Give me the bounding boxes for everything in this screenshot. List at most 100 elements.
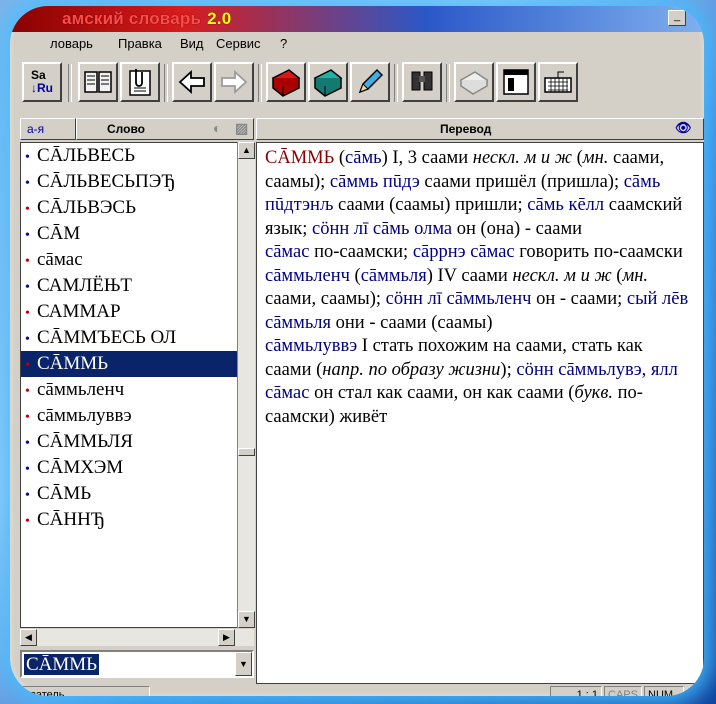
alphabet-header[interactable]: а-я [20,118,76,140]
search-button[interactable] [402,62,442,102]
menu-help[interactable]: ? [280,36,287,51]
scroll-down-button[interactable]: ▼ [238,611,255,628]
menu-edit[interactable]: Правка [118,36,162,51]
article-text: он - саами; [531,289,627,309]
word-text: СĀММЬ [37,353,109,374]
title-bar[interactable]: амский словарь 2.0 _ [10,6,704,32]
word-list-item[interactable]: • СĀМЬ [21,481,237,507]
article-link[interactable]: сāммь пūдэ [330,172,420,192]
bullet-icon: • [25,332,30,347]
article-text: саами, саамы); [265,289,386,309]
article-link[interactable]: сӧнн лī сāмь олма [312,219,452,239]
article-link[interactable]: сāррнэ сāмас [413,242,515,262]
article-link[interactable]: сāмас [265,242,309,262]
article-link[interactable]: сāмь [345,148,382,168]
word-text: САММАР [37,301,121,322]
article-link[interactable]: сӧнн лī сāммьленч [386,289,532,309]
article-text: он (она) - саами [452,218,583,239]
article-text: саами (саамы) пришли; [333,195,528,215]
article-italic: букв. [574,383,613,403]
russian-saami-dict-button[interactable] [308,62,348,102]
article-text: ( [349,265,361,286]
forward-button[interactable] [214,62,254,102]
toolbar-separator [258,64,262,102]
word-list-item[interactable]: • СĀЛЬВЭСЬ [21,195,237,221]
word-text: СĀЛЬВЕСЬ [37,145,136,166]
article-text: саами пришёл (пришла); [419,171,624,192]
article-paragraph-2: сāмас по-саамски; сāррнэ сāмас говорить … [265,241,693,265]
status-num: NUM [644,686,684,696]
bullet-icon: • [25,254,30,269]
chevron-down-icon[interactable]: ▼ [235,652,252,676]
word-list-vertical-scrollbar[interactable]: ▲ ▼ [237,142,255,628]
word-list-item[interactable]: • СĀМ [21,221,237,247]
toolbar-separator [68,64,72,102]
keyboard-button[interactable] [538,62,578,102]
saami-russian-dict-button[interactable] [266,62,306,102]
word-text: сāммьленч [37,379,125,400]
binoculars-icon [411,71,433,91]
article-text: ( [572,148,583,168]
word-list-item[interactable]: • САМЛЁЊТ [21,273,237,299]
article-link[interactable]: сāмь кēлл [527,195,604,215]
word-column-header[interactable]: Слово ◐ ▨ [76,118,254,140]
translation-header-label: Перевод [440,122,492,136]
word-text: СĀМЬ [37,483,92,504]
article-link[interactable]: сāммьля [361,266,427,286]
menu-dictionary[interactable]: ловарь [50,36,93,51]
article-link[interactable]: сāммьленч [265,266,350,286]
bullet-icon: • [25,228,30,243]
window-version: 2.0 [207,9,232,28]
word-list-item[interactable]: • СĀМХЭМ [21,455,237,481]
word-list-horizontal-scrollbar[interactable]: ◀ ▶ [20,629,254,646]
image-icon[interactable]: ▨ [235,120,248,137]
word-text: сāммьлуввэ [37,405,132,426]
menu-view[interactable]: Вид [180,36,204,51]
word-list-item[interactable]: • СĀННЂ [21,507,237,533]
article-italic: напр. по образу жизни [322,359,501,380]
article-link[interactable]: сāммьлуввэ [265,336,357,356]
word-list-item[interactable]: • СĀЛЬВЕСЬ [21,143,237,169]
window-title-text: амский словарь [62,9,202,28]
article-italic: нескл. м и ж [472,148,572,168]
forward-arrow-icon [221,69,248,95]
back-button[interactable] [172,62,212,102]
dictionary-book-button[interactable] [78,62,118,102]
scroll-thumb[interactable] [238,448,255,456]
article-text: ( [611,265,623,286]
scroll-left-button[interactable]: ◀ [20,629,37,646]
word-text: СĀММЪЕСЬ ОЛ [37,327,177,348]
sound-icon[interactable]: ◐ [213,120,221,136]
word-list-item[interactable]: • СĀММЬЛЯ [21,429,237,455]
word-text: СĀННЂ [37,509,106,530]
teal-book-icon [313,69,343,97]
bullet-icon: • [25,358,30,373]
bullet-icon: • [25,150,30,165]
article-text: ); [500,359,517,380]
stack-button[interactable] [454,62,494,102]
word-list-item[interactable]: • САММАР [21,299,237,325]
bullet-icon: • [25,488,30,503]
scroll-right-button[interactable]: ▶ [218,629,235,646]
word-list-item[interactable]: • СĀММЬ [21,351,237,377]
word-list-item[interactable]: • СĀЛЬВЕСЬПЭЂ [21,169,237,195]
article-text: они - саами (саамы) [331,312,493,333]
scroll-up-button[interactable]: ▲ [238,142,255,159]
minimize-button[interactable]: _ [668,10,686,26]
word-list-item[interactable]: • сāммьлуввэ [21,403,237,429]
window-button[interactable] [496,62,536,102]
word-search-combobox[interactable]: СĀММЬ ▼ [20,650,254,678]
edit-button[interactable] [350,62,390,102]
sa-ru-label: Sa ↓Ru [31,69,53,95]
bullet-icon: • [25,514,30,529]
word-list[interactable]: • СĀЛЬВЕСЬ • СĀЛЬВЕСЬПЭЂ • СĀЛЬВЭСЬ • СĀМ • сāмас… [20,142,238,628]
search-input[interactable]: СĀММЬ [24,654,100,675]
word-list-item[interactable]: • сāмас [21,247,237,273]
word-list-item[interactable]: • сāммьленч [21,377,237,403]
sa-ru-direction-button[interactable]: Sa ↓Ru [22,62,62,102]
word-list-item[interactable]: • СĀММЪЕСЬ ОЛ [21,325,237,351]
bullet-icon: • [25,280,30,295]
clipboard-button[interactable] [120,62,160,102]
menu-service[interactable]: Сервис [216,36,261,51]
binoculars-icon[interactable]: 👁 [675,120,692,136]
